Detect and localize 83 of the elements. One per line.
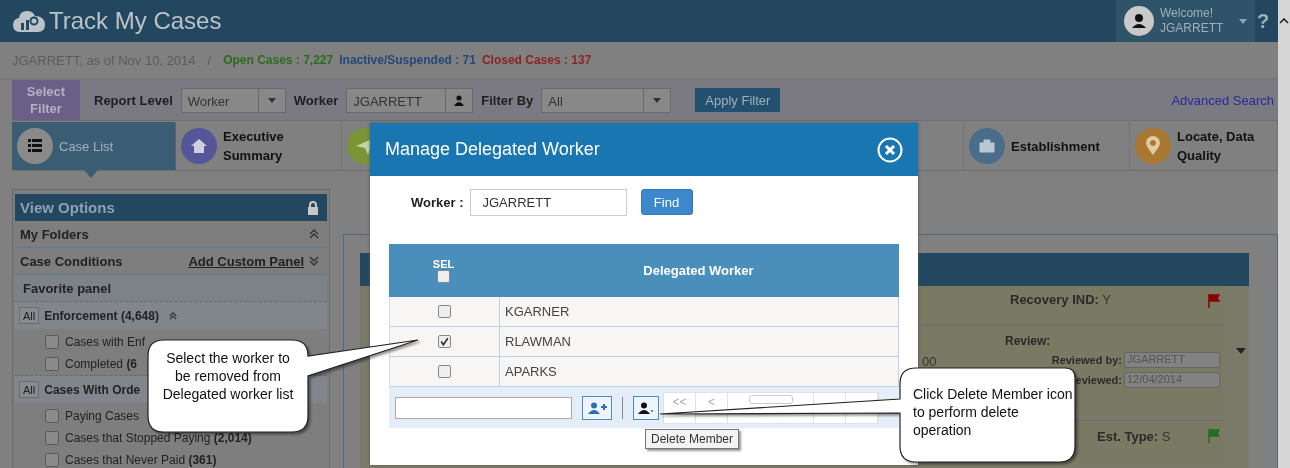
delete-member-button[interactable]	[633, 395, 659, 420]
row-checkbox[interactable]	[438, 335, 451, 348]
nav-tab[interactable]: Case List	[12, 122, 176, 170]
all-button[interactable]: All	[19, 307, 40, 324]
add-user-icon	[587, 401, 607, 414]
find-button[interactable]: Find	[640, 189, 693, 215]
checkbox[interactable]	[45, 357, 59, 371]
view-options-header: View Options	[15, 194, 327, 221]
callout-text: Select the worker to be removed from Delegated worker list	[161, 349, 295, 403]
worker-label: Worker	[293, 92, 339, 108]
case-count[interactable]: Closed Cases : 137	[481, 53, 592, 67]
filter-by-dropdown[interactable]: All	[541, 87, 672, 113]
est-type-text: Est. Type: S	[1097, 429, 1171, 446]
nav-tab[interactable]: Establishment	[964, 122, 1130, 170]
table-cell: RLAWMAN	[505, 334, 571, 349]
caret-icon[interactable]	[267, 97, 276, 103]
reviewed-by-label: Reviewed by:	[1051, 354, 1122, 366]
filter-option[interactable]: Cases that Stopped Paying (2,014)	[65, 431, 252, 445]
caret-icon[interactable]	[653, 97, 662, 103]
app-title: Track My Cases	[49, 7, 222, 35]
caret-icon	[1239, 18, 1247, 24]
user-menu[interactable]: Welcome! JGARRETT	[1116, 0, 1255, 42]
callout-text: Click Delete Member icon to perform delete operation	[913, 385, 1073, 439]
double-chevron-icon[interactable]	[309, 256, 319, 266]
filter-option[interactable]: Cases that Never Paid (361)	[65, 453, 217, 467]
double-chevron-icon[interactable]	[309, 229, 319, 239]
worker-label: Worker :	[411, 194, 464, 210]
table-cell: KGARNER	[505, 304, 570, 319]
checkbox[interactable]	[45, 431, 59, 445]
column-header: Delegated Worker	[643, 263, 754, 278]
welcome-text: Welcome!	[1160, 6, 1215, 21]
report-level-dropdown[interactable]: Worker	[180, 87, 286, 113]
column-header: SEL	[432, 258, 455, 270]
section-header[interactable]: Case Conditions	[20, 253, 123, 269]
all-button[interactable]: All	[19, 381, 40, 398]
checkbox[interactable]	[45, 409, 59, 423]
advanced-search-link[interactable]: Advanced Search	[1171, 92, 1274, 108]
scrollbar[interactable]	[1278, 0, 1290, 468]
separator-text: /	[207, 52, 212, 68]
add-custom-panel-link[interactable]: Add Custom Panel	[188, 253, 304, 269]
filter-option[interactable]: Cases with Enf	[65, 335, 146, 349]
tab-pointer	[84, 170, 98, 178]
filter-by-label: Filter By	[481, 92, 534, 108]
recovery-ind-text: Recovery IND: Y	[1010, 292, 1111, 309]
row-checkbox[interactable]	[438, 365, 451, 378]
close-icon[interactable]	[877, 136, 903, 163]
help-button[interactable]: ?	[1257, 9, 1278, 33]
checkbox[interactable]	[45, 453, 59, 467]
add-member-button[interactable]	[582, 395, 612, 420]
member-input[interactable]	[395, 396, 572, 419]
page-field[interactable]	[748, 394, 793, 404]
select-all-checkbox[interactable]	[437, 270, 450, 283]
row-checkbox[interactable]	[438, 305, 451, 318]
user-name: JGARRETT	[1160, 21, 1224, 36]
group-title[interactable]: Cases With Orde	[44, 382, 141, 397]
dialog-title: Manage Delegated Worker	[385, 139, 601, 160]
chevron-icon[interactable]	[168, 311, 177, 320]
date-reviewed-label: eviewed:	[1075, 374, 1122, 386]
table-cell: APARKS	[505, 364, 557, 379]
filter-option[interactable]: Completed (6	[65, 357, 138, 371]
filter-option[interactable]: Paying Cases	[65, 409, 140, 423]
case-count[interactable]: Inactive/Suspended : 71	[339, 53, 476, 67]
amount-text: 00	[922, 354, 937, 369]
user-icon[interactable]	[453, 94, 466, 106]
remove-user-icon	[638, 401, 654, 414]
lock-icon[interactable]	[307, 200, 319, 215]
review-label: Review:	[1005, 334, 1052, 348]
tooltip: Delete Member	[645, 429, 740, 449]
favorite-panel-header: Favorite panel	[15, 275, 327, 302]
nav-tab[interactable]: Locate, Data Quality	[1130, 122, 1278, 170]
worker-input[interactable]: JGARRETT	[469, 188, 627, 216]
scroll-up-icon[interactable]	[1279, 18, 1289, 24]
dropdown-caret-icon[interactable]	[1236, 348, 1246, 354]
nav-tab[interactable]: Executive Summary	[176, 122, 342, 170]
section-header[interactable]: My Folders	[20, 226, 89, 242]
group-title[interactable]: Enforcement (4,648)	[44, 308, 159, 323]
report-level-label: Report Level	[94, 92, 173, 108]
worker-field[interactable]: JGARRETT	[346, 87, 474, 113]
apply-filter-button[interactable]: Apply Filter	[695, 88, 781, 112]
user-avatar-icon	[1124, 6, 1154, 36]
checkbox[interactable]	[45, 335, 59, 349]
cloud-chart-icon	[12, 8, 46, 34]
select-filter-button[interactable]: Select Filter	[12, 80, 80, 120]
